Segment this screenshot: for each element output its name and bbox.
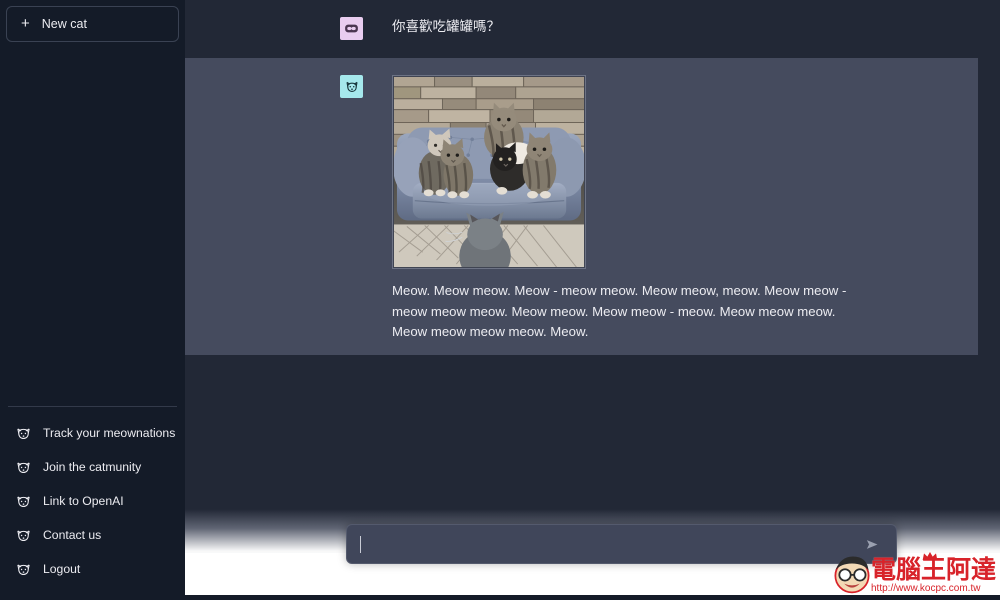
sidebar-item-label: Link to OpenAI (43, 494, 124, 508)
sidebar-item-logout[interactable]: Logout (8, 552, 177, 586)
message-thread: 你喜歡吃罐罐嗎？ Meow. Meow meow. Meow - meow me… (185, 0, 1000, 355)
sidebar-footer: Track your meownations Join the catmunit… (8, 406, 177, 600)
text-caret (360, 536, 361, 553)
cat-face-icon (15, 425, 32, 442)
bottom-edge-strip (0, 595, 1000, 600)
new-chat-container: + New cat (0, 0, 185, 42)
user-avatar-icon (340, 17, 363, 40)
sidebar-item-track-your-meownations[interactable]: Track your meownations (8, 416, 177, 450)
plus-icon: + (21, 14, 30, 32)
message-content: 你喜歡吃罐罐嗎？ (363, 17, 978, 41)
sidebar-conversation-list (0, 42, 185, 406)
sidebar-item-contact-us[interactable]: Contact us (8, 518, 177, 552)
message-content: Meow. Meow meow. Meow - meow meow. Meow … (363, 75, 978, 339)
assistant-message-text: Meow. Meow meow. Meow - meow meow. Meow … (392, 283, 847, 339)
cat-face-icon (15, 527, 32, 544)
cat-glyph-icon (345, 81, 358, 92)
sidebar-item-label: Join the catmunity (43, 460, 142, 474)
send-arrow-icon (866, 539, 877, 549)
sidebar: + New cat Track your meownations Join th… (0, 0, 185, 600)
sidebar-item-link-to-openai[interactable]: Link to OpenAI (8, 484, 177, 518)
assistant-generated-image (392, 75, 586, 269)
message-input[interactable] (360, 525, 862, 563)
avatar-column (185, 75, 363, 338)
app-window: + New cat Track your meownations Join th… (0, 0, 1000, 600)
message-row-assistant: Meow. Meow meow. Meow - meow meow. Meow … (185, 58, 978, 355)
cat-face-icon (15, 493, 32, 510)
cat-face-icon (15, 459, 32, 476)
cat-face-icon (15, 561, 32, 578)
composer-container (346, 524, 897, 564)
sidebar-item-join-the-catmunity[interactable]: Join the catmunity (8, 450, 177, 484)
composer[interactable] (346, 524, 897, 564)
message-row-user: 你喜歡吃罐罐嗎？ (185, 0, 978, 58)
sidebar-item-label: Contact us (43, 528, 102, 542)
sidebar-item-label: Track your meownations (43, 426, 176, 440)
user-message-text: 你喜歡吃罐罐嗎？ (392, 19, 500, 35)
new-cat-button[interactable]: + New cat (6, 6, 179, 42)
send-button[interactable] (862, 534, 882, 554)
avatar-column (185, 17, 363, 41)
user-glyph-icon (345, 24, 358, 33)
new-cat-button-label: New cat (41, 17, 87, 31)
chat-main: 你喜歡吃罐罐嗎？ Meow. Meow meow. Meow - meow me… (185, 0, 1000, 600)
sidebar-item-label: Logout (43, 562, 81, 576)
cat-avatar-icon (340, 75, 363, 98)
